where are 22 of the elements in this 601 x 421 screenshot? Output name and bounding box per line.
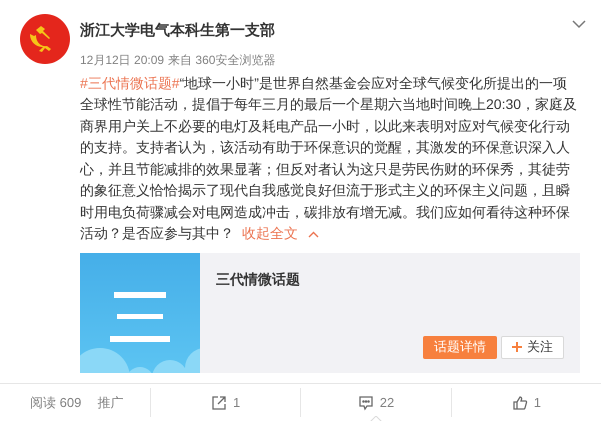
follow-button[interactable]: 关注 xyxy=(501,336,564,358)
share-button[interactable]: 1 xyxy=(211,388,240,417)
hashtag-link[interactable]: #三代情微话题# xyxy=(80,74,180,90)
chevron-down-icon[interactable] xyxy=(572,20,586,29)
post-time[interactable]: 12月12日 20:09 xyxy=(80,50,164,68)
post-source: 来自 360安全浏览器 xyxy=(168,52,276,68)
comment-icon xyxy=(358,394,374,410)
collapse-link[interactable]: 收起全文 xyxy=(242,225,298,241)
chevron-up-icon[interactable] xyxy=(308,230,319,238)
topic-title: 三代情微话题 xyxy=(216,270,301,288)
thumbs-up-icon xyxy=(512,394,528,410)
topic-card[interactable]: 三代情微话题 话题详情 关注 xyxy=(80,252,580,372)
like-button[interactable]: 1 xyxy=(512,388,541,417)
post-text: #三代情微话题#“地球一小时”是世界自然基金会应对全球气候变化所提出的一项全球性节能活动，提倡于每年三月的最后一个星期六当地时间晚上20:30，家庭及商界用户关上不必要的电灯及耗电产品一小时，以此来表明对应对气候变化行动的支持。支持者认为，该活动有助于环保意识的觉醒，其激发的环保意识深入人心，并且节能减排的效果显著；但反对者认为这只是劳民伤财的环保秀，其徒劳的象征意义恰恰揭示了现代自我感觉良好但流于形式主义的环保主义问题，且瞬时用电负荷骤减会对电网造成冲击，碳排放有增无减。我们应如何看待这种环保活动？是否应参与其中？ 收起全文 xyxy=(80,74,578,243)
author-name[interactable]: 浙江大学电气本科生第一支部 xyxy=(80,20,275,42)
promote-link[interactable]: 推广 xyxy=(97,392,124,412)
avatar-emblem-icon xyxy=(20,14,70,64)
plus-icon xyxy=(512,342,522,352)
share-icon xyxy=(211,394,228,410)
comment-button[interactable]: 22 xyxy=(358,388,394,417)
read-count: 阅读 609 xyxy=(30,394,82,412)
topic-details-button[interactable]: 话题详情 xyxy=(423,336,497,358)
